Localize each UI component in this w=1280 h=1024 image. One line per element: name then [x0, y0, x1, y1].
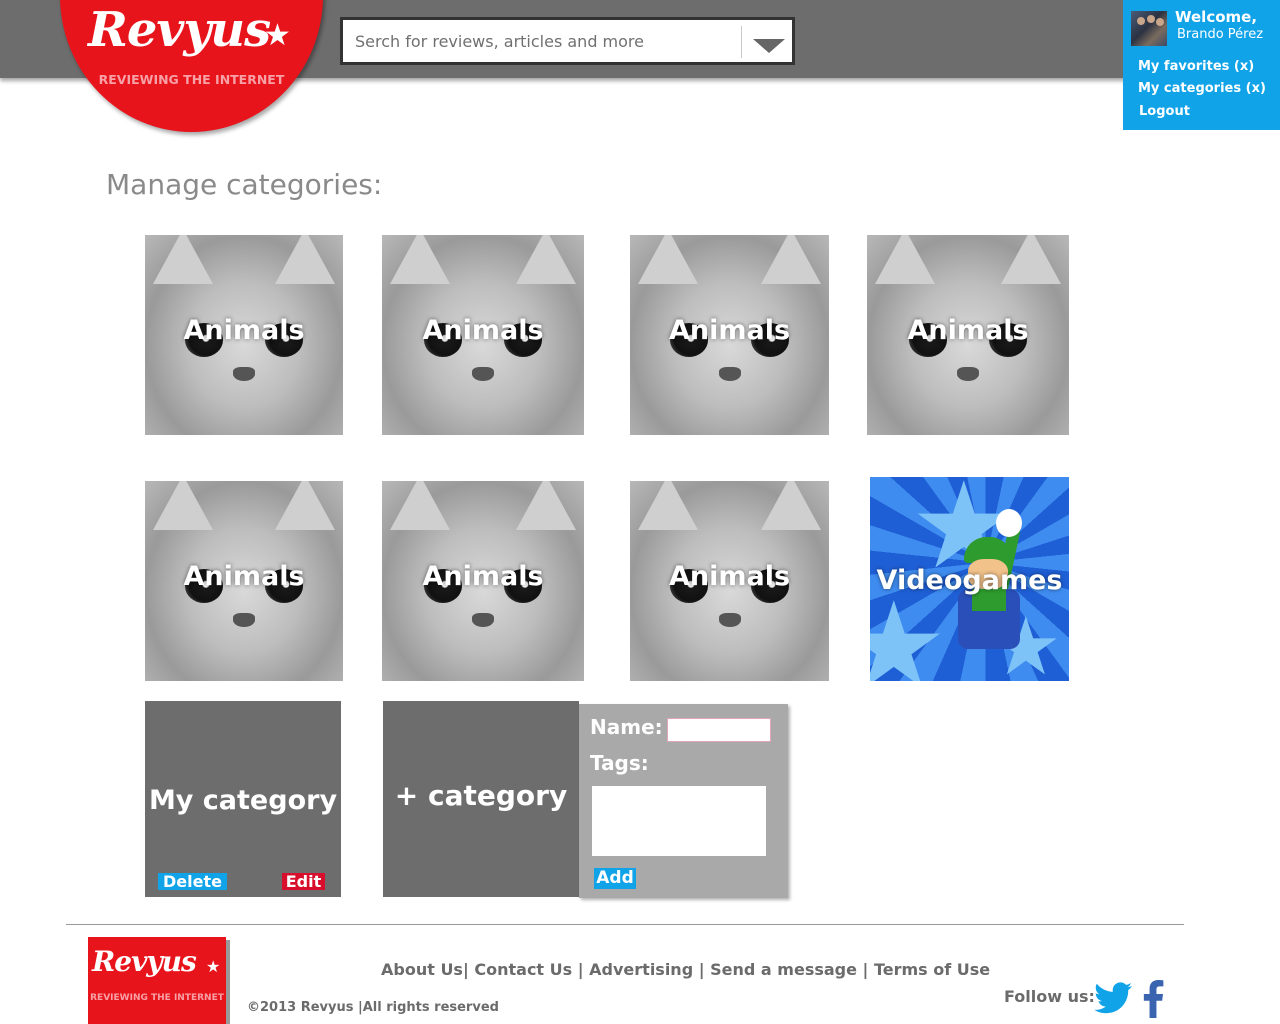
facebook-icon[interactable] [1142, 980, 1164, 1018]
edit-button[interactable]: Edit [282, 873, 325, 890]
star-icon: ★ [206, 957, 221, 976]
my-categories-link[interactable]: My categories (x) [1138, 81, 1266, 96]
category-tile-animals[interactable]: Animals [630, 235, 829, 435]
username: Brando Pérez [1177, 27, 1264, 42]
search-bar [340, 17, 795, 65]
my-category-label: My category [148, 785, 338, 816]
brand-logo[interactable]: Revyus ★ REVIEWING THE INTERNET [60, 0, 323, 132]
category-tile-animals[interactable]: Animals [867, 235, 1069, 435]
footer-divider [66, 924, 1184, 925]
footer-link-contact-us[interactable]: Contact Us [474, 960, 572, 979]
footer-link-send-message[interactable]: Send a message [710, 960, 857, 979]
avatar[interactable] [1131, 11, 1167, 46]
footer-separator: | [572, 960, 590, 979]
twitter-icon[interactable] [1094, 982, 1132, 1014]
search-input[interactable] [343, 20, 741, 62]
add-category-form: Name: Tags: Add [579, 704, 788, 898]
category-label: Videogames [876, 565, 1063, 596]
footer-logo[interactable]: Revyus ★ REVIEWING THE INTERNET [88, 937, 226, 1024]
welcome-text: Welcome, [1175, 8, 1258, 26]
page-title: Manage categories: [106, 168, 383, 201]
copyright-text: ©2013 Revyus |All rights reserved [247, 1000, 499, 1015]
logo-wordmark: Revyus [88, 2, 271, 58]
footer-link-about-us[interactable]: About Us [381, 960, 463, 979]
category-label: Animals [907, 315, 1029, 346]
category-label: Animals [422, 561, 544, 592]
footer-logo-tagline: REVIEWING THE INTERNET [90, 993, 224, 1003]
category-label: Animals [668, 561, 791, 592]
footer-separator: | [856, 960, 874, 979]
star-icon: ★ [264, 18, 291, 53]
category-tile-animals[interactable]: Animals [630, 481, 829, 681]
name-label: Name: [590, 715, 663, 739]
search-divider [741, 26, 742, 58]
footer-logo-wordmark: Revyus [92, 945, 197, 978]
logo-tagline: REVIEWING THE INTERNET [98, 72, 285, 87]
footer-nav: About Us| Contact Us | Advertising | Sen… [381, 960, 990, 979]
tags-label: Tags: [590, 751, 649, 775]
category-label: Animals [183, 315, 305, 346]
follow-us-label: Follow us: [1004, 987, 1095, 1006]
footer-separator: | [462, 960, 475, 979]
add-button[interactable]: Add [594, 868, 636, 889]
footer-link-terms-of-use[interactable]: Terms of Use [874, 960, 990, 979]
footer-separator: | [693, 960, 711, 979]
category-label: Animals [422, 315, 544, 346]
category-tile-animals[interactable]: Animals [382, 235, 584, 435]
add-category-button[interactable]: + category [383, 701, 579, 897]
category-tile-videogames[interactable]: ★ ★ ★ Videogames [870, 477, 1069, 681]
category-tile-animals[interactable]: Animals [382, 481, 584, 681]
name-field[interactable] [667, 718, 771, 742]
category-label: Animals [183, 561, 305, 592]
logout-link[interactable]: Logout [1139, 104, 1190, 119]
category-tile-animals[interactable]: Animals [145, 235, 343, 435]
chevron-down-icon[interactable] [753, 39, 785, 53]
tags-field[interactable] [592, 786, 766, 856]
add-category-label: + category [394, 779, 568, 812]
category-label: Animals [668, 315, 791, 346]
footer-link-advertising[interactable]: Advertising [589, 960, 693, 979]
my-category-tile[interactable]: My category Delete Edit [145, 701, 341, 897]
my-favorites-link[interactable]: My favorites (x) [1138, 59, 1254, 74]
delete-button[interactable]: Delete [158, 873, 227, 890]
user-panel: Welcome, Brando Pérez My favorites (x) M… [1123, 0, 1280, 130]
category-tile-animals[interactable]: Animals [145, 481, 343, 681]
